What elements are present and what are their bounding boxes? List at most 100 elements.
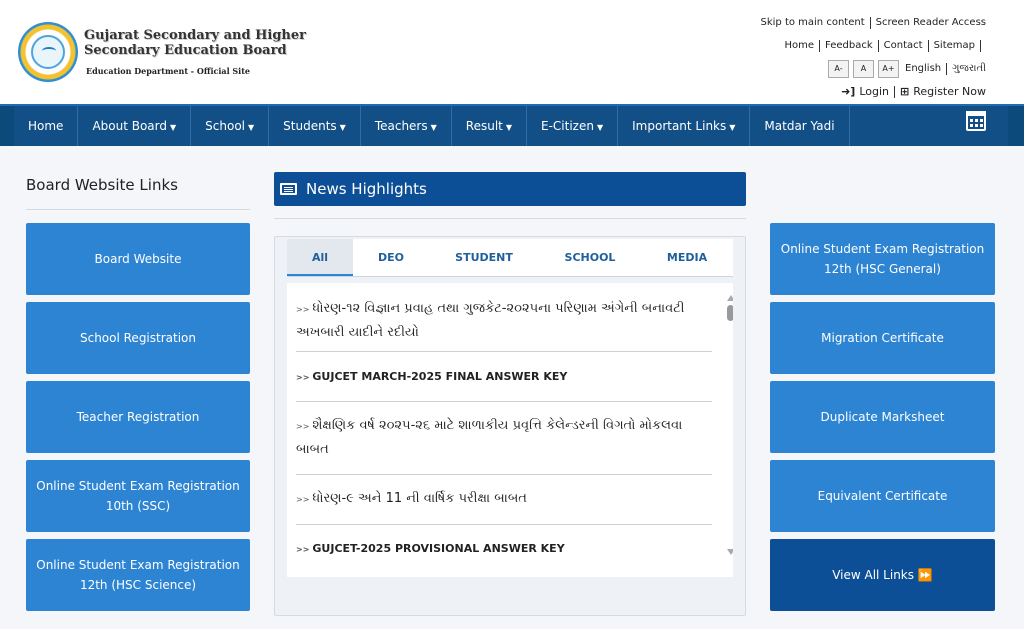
duplicate-marksheet-button[interactable]: Duplicate Marksheet: [770, 381, 995, 453]
contact-link[interactable]: Contact: [884, 34, 923, 57]
item-prefix: >>: [296, 305, 310, 314]
tab-all[interactable]: All: [287, 239, 353, 276]
nav-bar: Home About Board ▼ School ▼ Students ▼ Teachers…: [14, 106, 1008, 146]
caret-down-icon: ▼: [339, 123, 346, 132]
font-decrease-button[interactable]: A-: [828, 59, 850, 78]
divider: [927, 39, 929, 52]
migration-certificate-button[interactable]: Migration Certificate: [770, 302, 995, 374]
board-website-button[interactable]: Board Website: [26, 223, 250, 295]
nav-item-teachers[interactable]: Teachers ▼: [361, 106, 452, 146]
calendar-icon[interactable]: [966, 111, 986, 131]
item-prefix: >>: [296, 373, 310, 382]
list-item[interactable]: >> ધોરણ-૧૨ વિજ્ઞાન પ્રવાહ તથા ગુજકેટ-૨૦૨૫…: [296, 291, 712, 352]
main-nav: Home About Board ▼ School ▼ Students ▼ Teachers…: [0, 104, 1024, 146]
divider: [980, 39, 981, 52]
news-item-text: GUJCET-2025 PROVISIONAL ANSWER KEY: [312, 542, 565, 555]
org-name-line1: Gujarat Secondary and Higher: [84, 28, 306, 43]
nav-item-e-citizen[interactable]: E-Citizen ▼: [527, 106, 619, 146]
item-prefix: >>: [296, 422, 310, 431]
skip-to-main-link[interactable]: Skip to main content: [761, 11, 865, 34]
news-panel: All DEO STUDENT SCHOOL MEDIA >> ધોરણ-૧૨ વ…: [274, 236, 746, 616]
nav-item-label: Students: [283, 119, 337, 133]
caret-down-icon: ▼: [729, 123, 736, 132]
logo-emblem: [31, 35, 65, 69]
divider: [274, 218, 746, 219]
equivalent-certificate-button[interactable]: Equivalent Certificate: [770, 460, 995, 532]
nav-item-label: E-Citizen: [541, 119, 594, 133]
caret-down-icon: ▼: [505, 123, 513, 132]
nav-item-label: Teachers: [374, 119, 428, 133]
nav-item-label: School: [205, 119, 245, 133]
item-prefix: >>: [296, 495, 310, 504]
scrollbar-thumb[interactable]: [727, 305, 733, 321]
divider: [819, 39, 821, 52]
news-highlights-header: News Highlights: [274, 172, 746, 206]
tab-student[interactable]: STUDENT: [429, 239, 539, 276]
school-registration-button[interactable]: School Registration: [26, 302, 250, 374]
divider: [877, 39, 879, 52]
view-all-links-button[interactable]: View All Links ⏩: [770, 539, 995, 611]
site-header: Gujarat Secondary and Higher Secondary E…: [0, 0, 1024, 104]
nav-item-school[interactable]: School ▼: [191, 106, 270, 146]
lang-gujarati-link[interactable]: ગુજરાતી: [952, 57, 986, 80]
org-name[interactable]: Gujarat Secondary and Higher Secondary E…: [84, 28, 306, 58]
home-link[interactable]: Home: [785, 34, 815, 57]
caret-down-icon: ▼: [248, 123, 255, 132]
org-subtitle: Education Department - Official Site: [86, 66, 250, 76]
list-item[interactable]: >> ધોરણ-૯ અને 11 ની વાર્ષિક પરીક્ષા બાબત: [296, 475, 712, 525]
tab-deo[interactable]: DEO: [353, 239, 429, 276]
board-logo-icon[interactable]: [18, 22, 78, 82]
nav-item-important-links[interactable]: Important Links ▼: [618, 106, 751, 146]
divider: [894, 85, 896, 98]
news-item-text: GUJCET MARCH-2025 FINAL ANSWER KEY: [312, 370, 568, 383]
news-list[interactable]: >> ધોરણ-૧૨ વિજ્ઞાન પ્રવાહ તથા ગુજકેટ-૨૦૨૫…: [287, 283, 733, 577]
nav-item-matdar-yadi[interactable]: Matdar Yadi: [750, 106, 850, 146]
news-item-text: ધોરણ-૯ અને 11 ની વાર્ષિક પરીક્ષા બાબત: [312, 491, 527, 506]
news-item-text: ધોરણ-૧૨ વિજ્ઞાન પ્રવાહ તથા ગુજકેટ-૨૦૨૫ના…: [296, 301, 685, 340]
divider: [869, 16, 871, 29]
login-link[interactable]: Login: [859, 80, 889, 103]
screen-reader-link[interactable]: Screen Reader Access: [876, 11, 986, 34]
tab-media[interactable]: MEDIA: [641, 239, 733, 276]
newspaper-icon: [280, 183, 297, 195]
scroll-down-arrow-icon[interactable]: [727, 549, 733, 555]
sign-in-icon: ➜]: [841, 85, 856, 98]
nav-item-label: About Board: [92, 119, 167, 133]
nav-item-label: Home: [28, 119, 64, 133]
plus-square-icon: ⊞: [900, 85, 910, 98]
font-increase-button[interactable]: A+: [878, 59, 900, 78]
logo-bird-icon: [42, 47, 56, 55]
nav-item-label: Matdar Yadi: [764, 119, 835, 133]
left-section-title: Board Website Links: [26, 176, 178, 194]
list-item[interactable]: >> GUJCET MARCH-2025 FINAL ANSWER KEY: [296, 352, 712, 402]
org-name-line2: Secondary Education Board: [84, 43, 287, 58]
caret-down-icon: ▼: [430, 123, 437, 132]
nav-item-label: Important Links: [632, 119, 727, 133]
nav-item-label: Result: [465, 119, 503, 133]
caret-down-icon: ▼: [596, 123, 604, 132]
hsc-science-exam-registration-button[interactable]: Online Student Exam Registration 12th (H…: [26, 539, 250, 611]
divider: [946, 62, 948, 75]
nav-item-result[interactable]: Result ▼: [452, 106, 528, 146]
news-tabs: All DEO STUDENT SCHOOL MEDIA: [287, 239, 733, 277]
lang-english-link[interactable]: English: [905, 57, 941, 80]
teacher-registration-button[interactable]: Teacher Registration: [26, 381, 250, 453]
feedback-link[interactable]: Feedback: [825, 34, 873, 57]
ssc-exam-registration-button[interactable]: Online Student Exam Registration 10th (S…: [26, 460, 250, 532]
register-link[interactable]: Register Now: [913, 80, 986, 103]
caret-down-icon: ▼: [170, 123, 177, 132]
hsc-general-exam-registration-button[interactable]: Online Student Exam Registration 12th (H…: [770, 223, 995, 295]
top-links: Skip to main content Screen Reader Acces…: [761, 11, 986, 103]
nav-item-about-board[interactable]: About Board ▼: [78, 106, 192, 146]
list-item[interactable]: >> GUJCET-2025 PROVISIONAL ANSWER KEY: [296, 525, 712, 575]
news-item-text: શૈક્ષણિક વર્ષ ૨૦૨૫-૨૬ માટે શાળાકીય પ્રવૃ…: [296, 418, 683, 457]
item-prefix: >>: [296, 545, 310, 554]
list-item[interactable]: >> શૈક્ષણિક વર્ષ ૨૦૨૫-૨૬ માટે શાળાકીય પ્ર…: [296, 402, 712, 475]
scroll-up-arrow-icon[interactable]: [727, 295, 733, 301]
font-normal-button[interactable]: A: [853, 59, 875, 78]
divider: [26, 209, 250, 210]
sitemap-link[interactable]: Sitemap: [934, 34, 975, 57]
tab-school[interactable]: SCHOOL: [539, 239, 641, 276]
nav-item-students[interactable]: Students ▼: [269, 106, 361, 146]
nav-item-home[interactable]: Home: [14, 106, 79, 146]
